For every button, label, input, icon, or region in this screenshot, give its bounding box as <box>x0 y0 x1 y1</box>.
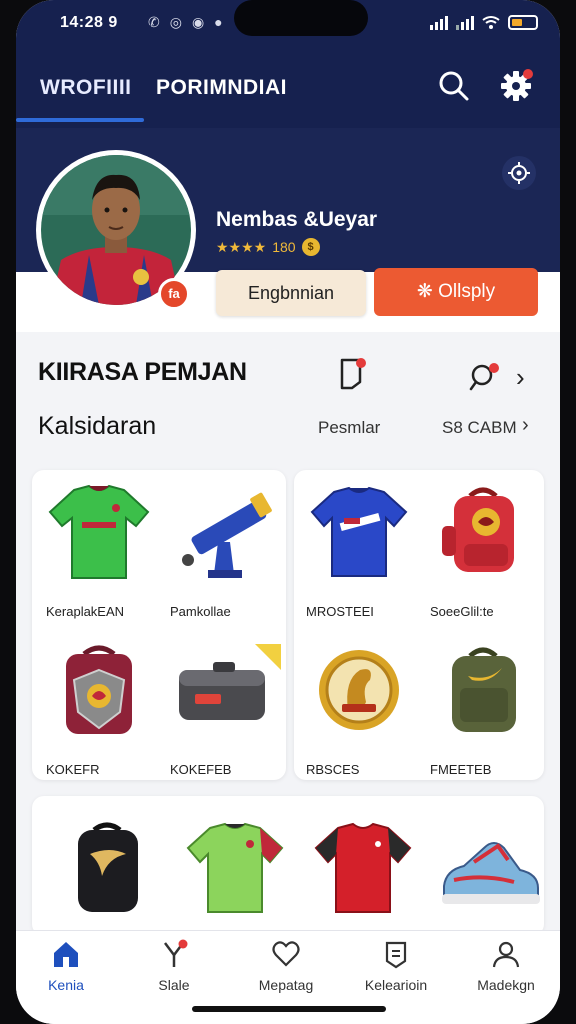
nav-label: Slale <box>158 977 190 993</box>
product-item[interactable]: SoeeGlil:te <box>420 482 545 619</box>
red-backpack-shield-icon <box>65 645 132 734</box>
nav-mepatag[interactable]: Mepatag <box>236 939 336 993</box>
product-label: KOKEFEB <box>170 762 232 777</box>
camera-notch <box>234 0 368 36</box>
tab-pormndiai[interactable]: PORIMNDIAI <box>156 76 287 100</box>
engage-button[interactable]: Engbnnian <box>216 270 366 316</box>
section-subtitle: Kalsidaran <box>38 412 157 440</box>
filter-button[interactable]: Pesmlar <box>318 418 380 438</box>
rating-value: 180 <box>272 239 296 255</box>
signal-2-icon <box>456 14 474 30</box>
heart-icon <box>272 941 300 967</box>
lime-jersey-icon <box>186 822 283 913</box>
signal-icon <box>430 14 448 30</box>
product-item[interactable] <box>44 818 169 918</box>
product-item[interactable] <box>426 818 551 918</box>
sort-chevron-icon[interactable]: › <box>522 414 529 437</box>
product-item[interactable]: KOKEFR <box>36 640 161 777</box>
share-icon[interactable] <box>502 156 536 190</box>
product-label: RBSCES <box>306 762 360 777</box>
notification-icons: ✆ ◎ ◉ ● <box>148 14 223 31</box>
wifi-icon <box>482 15 500 29</box>
product-card-c <box>32 796 544 936</box>
status-time: 14:28 9 <box>60 14 118 31</box>
eye-icon: ◉ <box>191 14 205 30</box>
avatar-badge: fa <box>158 278 190 310</box>
user-icon <box>492 941 520 968</box>
nav-label: Kenia <box>48 977 84 993</box>
badge-icon <box>385 941 407 969</box>
nav-slale[interactable]: Slale <box>124 939 224 993</box>
phone-screen: 14:28 9 ✆ ◎ ◉ ● WROFIIII PORIMNDIAI fa N… <box>16 0 560 1024</box>
player-rating: ★★★★ 180 $ <box>216 238 320 256</box>
nav-label: Madekgn <box>477 977 535 993</box>
product-label: SoeeGlil:te <box>430 604 494 619</box>
battery-icon <box>508 14 538 30</box>
product-item[interactable]: RBSCES <box>296 640 421 777</box>
chat-search-icon[interactable] <box>468 358 502 392</box>
section-title: KIIRASA PEMJAN <box>38 358 247 386</box>
rating-stars: ★★★★ <box>216 238 267 255</box>
whatsapp-icon: ◎ <box>169 14 182 30</box>
product-item[interactable]: MROSTEEI <box>296 482 421 619</box>
green-jersey-icon <box>48 484 149 579</box>
product-label: FMEETEB <box>430 762 492 777</box>
product-label: Pamkollae <box>170 604 231 619</box>
olive-backpack-icon <box>451 647 516 732</box>
product-label: MROSTEEI <box>306 604 374 619</box>
home-icon <box>54 942 78 967</box>
product-item[interactable]: KOKEFEB <box>160 640 285 777</box>
nav-home[interactable]: Kenia <box>16 939 116 993</box>
gear-icon[interactable] <box>498 68 534 104</box>
red-backpack-icon <box>441 487 514 572</box>
product-item[interactable] <box>172 818 297 918</box>
product-label: KeraplakEAN <box>46 604 125 619</box>
flower-icon: ❋ <box>416 281 439 302</box>
nav-label: Mepatag <box>258 977 314 993</box>
nav-kelearioin[interactable]: Kelearioin <box>346 939 446 993</box>
red-jersey-icon <box>314 822 411 913</box>
player-name: Nembas &Ueyar <box>216 208 378 231</box>
product-item[interactable]: KeraplakEAN <box>36 482 161 619</box>
header-tabs: WROFIIII PORIMNDIAI <box>16 70 560 126</box>
product-label: KOKEFR <box>46 762 100 777</box>
blue-trophy-icon <box>181 492 272 578</box>
tab-profile[interactable]: WROFIIII <box>40 76 132 100</box>
message-icon: ✆ <box>148 14 160 30</box>
gray-case-icon <box>178 644 281 720</box>
product-item[interactable]: FMEETEB <box>420 640 545 777</box>
display-button[interactable]: ❋ Ollsply <box>374 268 538 316</box>
coin-icon: $ <box>301 238 320 256</box>
dot-icon: ● <box>214 14 223 30</box>
product-item[interactable]: Pamkollae <box>160 482 285 619</box>
product-card-a: KeraplakEAN Pamkollae KOKEFR KOKEFEB <box>32 470 286 780</box>
product-item[interactable] <box>300 818 425 918</box>
product-card-b: MROSTEEI SoeeGlil:te RBSCES FMEETEB <box>294 470 544 780</box>
sneaker-icon <box>441 842 540 904</box>
display-button-label: Ollsply <box>438 281 496 302</box>
note-icon[interactable] <box>336 356 370 392</box>
active-tab-indicator <box>16 118 144 122</box>
search-icon[interactable] <box>436 68 472 104</box>
sort-button[interactable]: S8 CABM <box>442 418 517 438</box>
blue-jersey-icon <box>310 486 407 577</box>
black-backpack-icon <box>77 822 138 912</box>
home-indicator[interactable] <box>192 1006 386 1012</box>
gold-medal-icon <box>318 650 399 730</box>
status-right <box>430 14 538 30</box>
nav-madekgn[interactable]: Madekgn <box>456 939 556 993</box>
slingshot-icon <box>164 939 188 967</box>
chevron-right-icon[interactable]: › <box>516 362 525 393</box>
nav-label: Kelearioin <box>364 977 428 993</box>
